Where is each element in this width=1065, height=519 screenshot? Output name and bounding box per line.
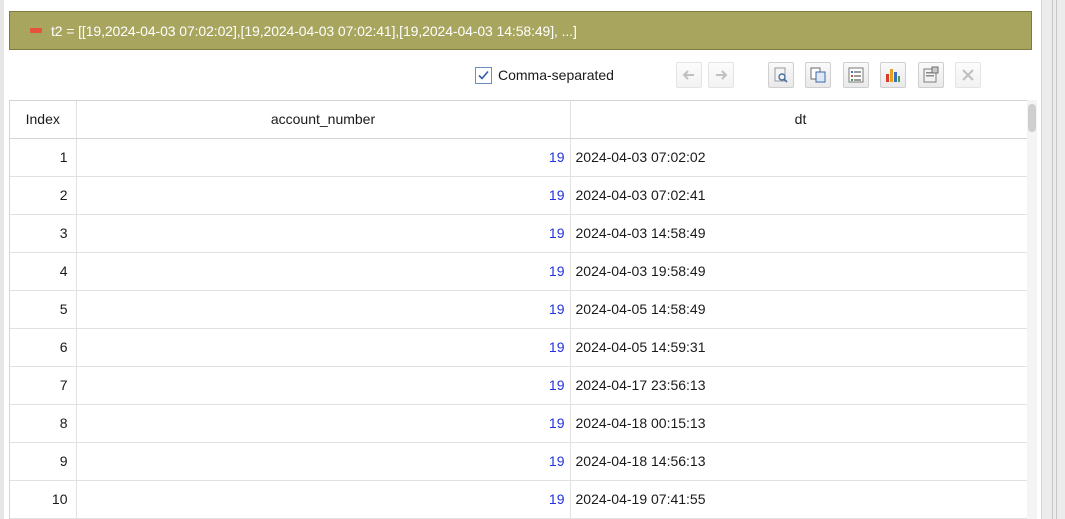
table-row[interactable]: 6 19 2024-04-05 14:59:31 [10, 328, 1030, 367]
cell-account-number: 19 [76, 480, 571, 519]
panel-divider[interactable] [1056, 0, 1057, 519]
table-row[interactable]: 3 19 2024-04-03 14:58:49 [10, 214, 1030, 253]
cell-dt: 2024-04-18 00:15:13 [570, 404, 1030, 443]
copy-icon [810, 67, 826, 83]
cell-dt: 2024-04-03 07:02:41 [570, 176, 1030, 215]
column-header-dt[interactable]: dt [570, 101, 1030, 139]
table-row[interactable]: 7 19 2024-04-17 23:56:13 [10, 366, 1030, 405]
cell-dt: 2024-04-03 07:02:02 [570, 138, 1030, 177]
variable-summary: t2 = [[19,2024-04-03 07:02:02],[19,2024-… [51, 22, 577, 39]
back-arrow-icon [682, 70, 694, 80]
list-button[interactable] [843, 62, 869, 88]
cell-account-number: 19 [76, 214, 571, 253]
cell-index: 10 [10, 480, 77, 519]
cell-account-number: 19 [76, 290, 571, 329]
table-row[interactable]: 5 19 2024-04-05 14:58:49 [10, 290, 1030, 329]
right-panel-edge [1041, 0, 1065, 519]
cell-dt: 2024-04-03 14:58:49 [570, 214, 1030, 253]
cell-index: 6 [10, 328, 77, 367]
table-row[interactable]: 8 19 2024-04-18 00:15:13 [10, 404, 1030, 443]
table-row[interactable]: 9 19 2024-04-18 14:56:13 [10, 442, 1030, 481]
cell-dt: 2024-04-03 19:58:49 [570, 252, 1030, 291]
cell-account-number: 19 [76, 404, 571, 443]
list-icon [848, 67, 864, 83]
table-row[interactable]: 10 19 2024-04-19 07:41:55 [10, 480, 1030, 519]
cell-account-number: 19 [76, 366, 571, 405]
table-header-row: Index account_number dt [10, 101, 1030, 139]
table-row[interactable]: 2 19 2024-04-03 07:02:41 [10, 176, 1030, 215]
cell-index: 4 [10, 252, 77, 291]
forward-button[interactable] [708, 62, 734, 88]
close-button[interactable] [955, 62, 981, 88]
cell-index: 7 [10, 366, 77, 405]
cell-index: 8 [10, 404, 77, 443]
chart-button[interactable] [880, 62, 906, 88]
vertical-scrollbar[interactable] [1027, 100, 1037, 519]
table-row[interactable]: 1 19 2024-04-03 07:02:02 [10, 138, 1030, 177]
cell-index: 9 [10, 442, 77, 481]
column-header-index[interactable]: Index [10, 101, 77, 139]
cell-index: 5 [10, 290, 77, 329]
cell-account-number: 19 [76, 176, 571, 215]
inspect-icon [774, 67, 788, 83]
cell-account-number: 19 [76, 138, 571, 177]
cell-account-number: 19 [76, 252, 571, 291]
inspect-button[interactable] [768, 62, 794, 88]
cell-dt: 2024-04-19 07:41:55 [570, 480, 1030, 519]
cell-dt: 2024-04-05 14:58:49 [570, 290, 1030, 329]
cell-account-number: 19 [76, 328, 571, 367]
cell-dt: 2024-04-17 23:56:13 [570, 366, 1030, 405]
column-header-account-number[interactable]: account_number [76, 101, 571, 139]
check-icon [478, 70, 489, 80]
scrollbar-thumb[interactable] [1028, 104, 1036, 132]
close-icon [962, 69, 974, 81]
cell-index: 3 [10, 214, 77, 253]
collapse-icon[interactable] [30, 28, 42, 33]
panel-divider[interactable] [1052, 0, 1053, 519]
data-table: Index account_number dt 1 19 2024-04-03 07… [10, 101, 1030, 519]
chart-icon [886, 69, 900, 82]
variable-header[interactable]: t2 = [[19,2024-04-03 07:02:02],[19,2024-… [9, 11, 1032, 50]
comma-separated-label: Comma-separated [498, 67, 614, 83]
cell-dt: 2024-04-05 14:59:31 [570, 328, 1030, 367]
properties-button[interactable] [918, 62, 944, 88]
data-table-container: Index account_number dt 1 19 2024-04-03 07… [9, 100, 1030, 519]
copy-button[interactable] [805, 62, 831, 88]
properties-icon [923, 66, 939, 83]
forward-arrow-icon [716, 70, 728, 80]
back-button[interactable] [676, 62, 702, 88]
table-row[interactable]: 4 19 2024-04-03 19:58:49 [10, 252, 1030, 291]
left-panel-edge [0, 0, 4, 519]
cell-account-number: 19 [76, 442, 571, 481]
cell-dt: 2024-04-18 14:56:13 [570, 442, 1030, 481]
toolbar: Comma-separated [470, 58, 1036, 92]
cell-index: 2 [10, 176, 77, 215]
comma-separated-checkbox[interactable] [475, 66, 492, 84]
cell-index: 1 [10, 138, 77, 177]
